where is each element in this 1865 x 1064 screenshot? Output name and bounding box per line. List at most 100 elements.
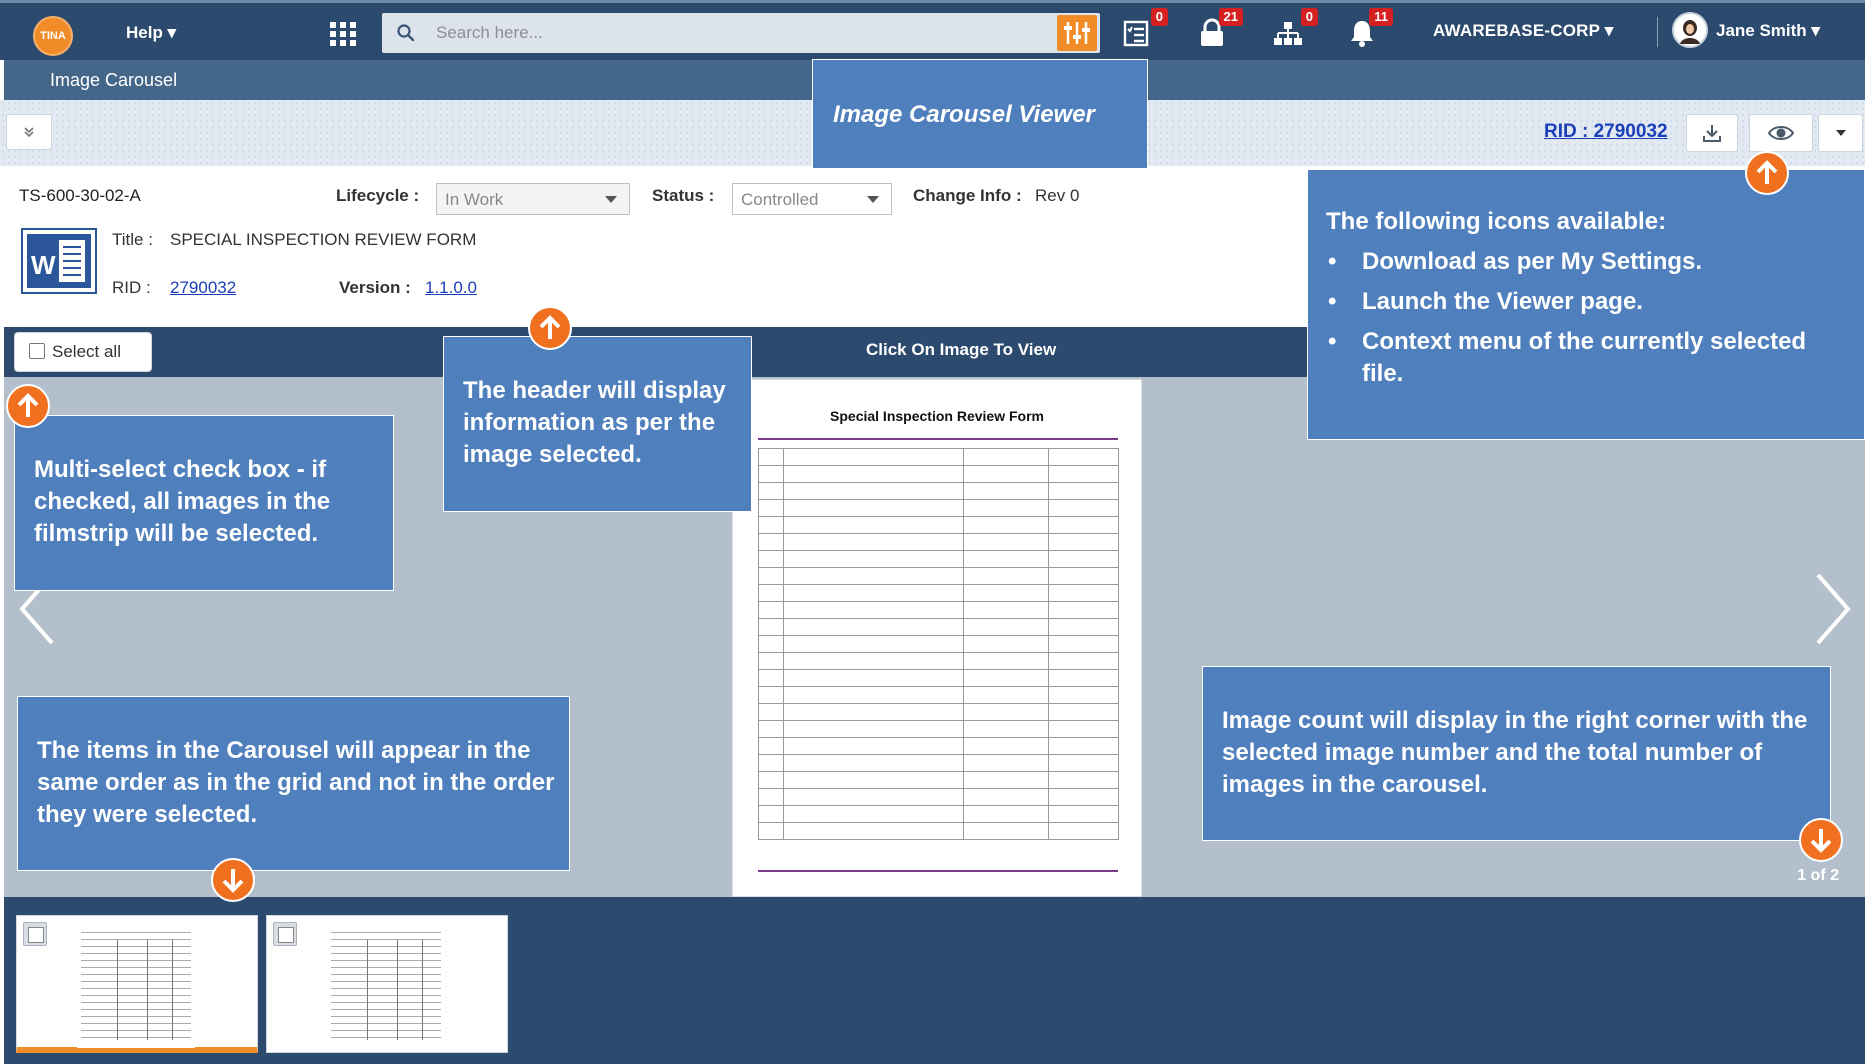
form-line [758,448,1118,449]
user-menu[interactable]: Jane Smith ▾ [1716,21,1820,41]
callout-multiselect: Multi-select check box - if checked, all… [14,415,394,591]
thumbnail-line [331,953,441,954]
arrow-down-icon [211,858,255,902]
filmstrip [4,897,1865,1064]
callout-count: Image count will display in the right co… [1202,666,1831,841]
form-line [758,686,1118,687]
search-input[interactable] [436,19,1036,47]
top-nav: TINA Help ▾ 0 21 0 [0,0,1865,60]
tasks-badge: 0 [1150,8,1168,26]
view-button[interactable] [1749,114,1813,152]
change-info-value: Rev 0 [1035,186,1080,205]
select-all-checkbox[interactable]: Select all [14,332,152,372]
filter-icon [1064,22,1090,44]
context-menu-button[interactable] [1818,114,1863,152]
status-select[interactable]: Controlled [732,183,892,215]
rid-link[interactable]: RID : 2790032 [1544,121,1668,143]
thumbnail-line [331,1023,441,1024]
form-line [758,839,1118,840]
form-line [758,737,1118,738]
thumbnail-line [81,946,191,947]
org-selector[interactable]: AWAREBASE-CORP ▾ [1433,21,1614,41]
thumbnail-line [331,1009,441,1010]
thumbnail-line [331,988,441,989]
thumbnail-2[interactable] [266,915,508,1053]
callout-order: The items in the Carousel will appear in… [17,696,570,871]
thumbnail-1[interactable] [16,915,258,1053]
select-all-label: Select all [52,342,121,361]
rid-value-link[interactable]: 2790032 [170,278,236,298]
lock-button[interactable]: 21 [1197,8,1243,50]
thumbnail-column-line [367,940,368,1040]
thumbnail-checkbox[interactable] [273,922,297,946]
thumbnail-line [81,1002,191,1003]
chevron-right-icon[interactable] [1812,571,1852,647]
callout-icons-item: Context menu of the currently selected f… [1326,326,1844,390]
thumbnail-line [81,988,191,989]
lifecycle-label: Lifecycle : [336,186,420,205]
thumbnail-column-line [397,940,398,1040]
arrow-up-icon [6,384,50,428]
title-value: SPECIAL INSPECTION REVIEW FORM [170,230,477,249]
lifecycle-select[interactable]: In Work [436,183,630,215]
download-button[interactable] [1686,114,1738,152]
form-line [758,533,1118,534]
search-bar [382,13,1100,53]
thumbnail-line [81,953,191,954]
thumbnail-line [331,974,441,975]
thumbnail-preview [77,920,195,1048]
document-id: TS-600-30-02-A [19,186,141,205]
form-line [758,652,1118,653]
change-info-label: Change Info : [913,186,1022,205]
form-line [758,822,1118,823]
user-avatar-icon[interactable] [1672,12,1708,48]
callout-viewer-title: Image Carousel Viewer [812,59,1148,169]
org-chart-button[interactable]: 0 [1272,8,1318,50]
click-hint: Click On Image To View [866,340,1057,359]
version-link[interactable]: 1.1.0.0 [425,278,477,298]
form-line [758,550,1118,551]
form-line [758,584,1118,585]
help-menu[interactable]: Help ▾ [126,23,176,43]
thumbnail-line [331,1030,441,1031]
thumbnail-line [331,939,441,940]
collapse-button[interactable] [6,114,52,150]
rid-label: RID : [112,278,151,297]
callout-icons-item: Download as per My Settings. [1326,246,1844,278]
apps-grid-icon[interactable] [330,22,356,46]
form-line [758,438,1118,440]
form-line [758,805,1118,806]
arrow-up-icon [528,306,572,350]
thumbnail-line [81,995,191,996]
tasks-button[interactable]: 0 [1122,8,1168,50]
notifications-badge: 11 [1369,8,1393,26]
thumbnail-line [81,967,191,968]
search-icon[interactable] [396,23,416,43]
thumbnail-column-line [172,940,173,1040]
document-preview[interactable]: Special Inspection Review Form [732,379,1142,897]
form-line [758,618,1118,619]
version-label: Version : [339,278,411,297]
lock-badge: 21 [1218,8,1243,26]
form-column-line [1048,448,1049,840]
form-line [758,635,1118,636]
eye-icon [1767,126,1795,140]
thumbnail-line [81,981,191,982]
form-line [758,465,1118,466]
thumbnail-column-line [117,940,118,1040]
arrow-down-icon [1799,818,1843,862]
thumbnail-column-line [422,940,423,1040]
form-line [758,788,1118,789]
filter-button[interactable] [1057,15,1097,51]
app-logo[interactable]: TINA [33,16,73,56]
thumbnail-line [81,1009,191,1010]
thumbnail-line [331,932,441,933]
thumbnail-checkbox[interactable] [23,922,47,946]
form-line [758,771,1118,772]
svg-text:W: W [31,250,56,280]
checkbox[interactable] [29,343,45,359]
form-line [758,669,1118,670]
notifications-button[interactable]: 11 [1347,8,1393,50]
thumbnail-line [331,981,441,982]
page-title: Image Carousel [50,70,178,90]
